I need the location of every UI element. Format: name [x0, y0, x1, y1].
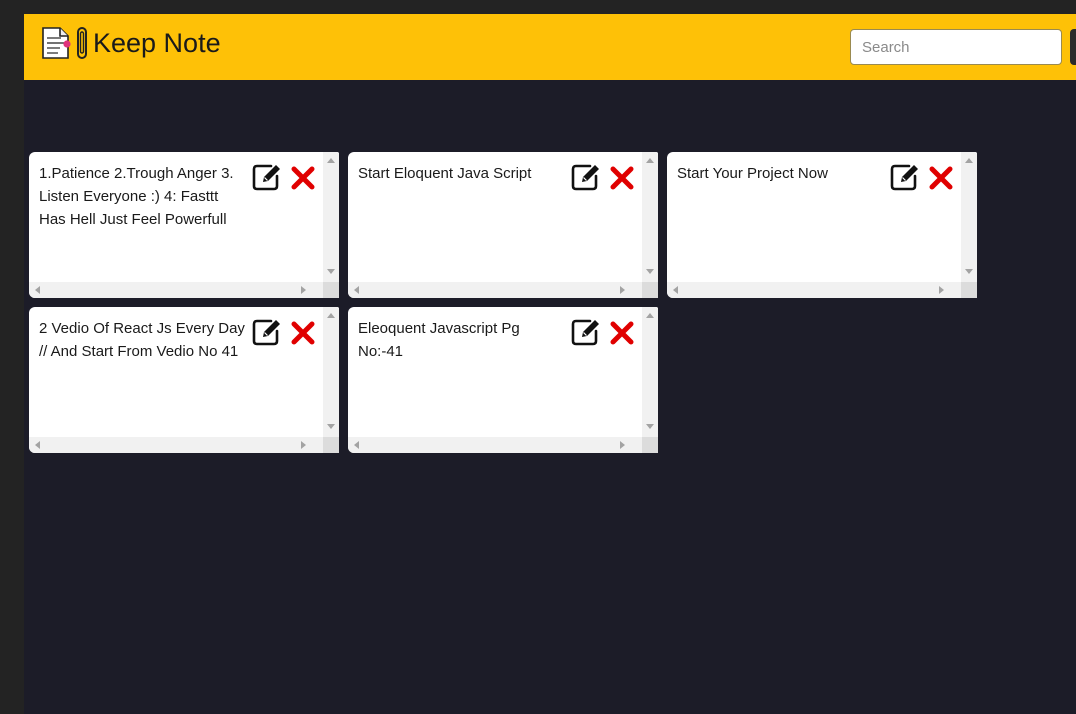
search-input[interactable] [850, 29, 1062, 65]
note-card: Start Your Project Now [667, 152, 977, 298]
vertical-scrollbar[interactable] [642, 307, 658, 437]
scrollbar-corner [323, 437, 339, 453]
horizontal-scrollbar[interactable] [29, 437, 323, 453]
note-card: 1.Patience 2.Trough Anger 3. Listen Ever… [29, 152, 339, 298]
horizontal-scrollbar[interactable] [667, 282, 961, 298]
window-left-strip [0, 0, 24, 714]
note-card: 2 Vedio Of React Js Every Day // And Sta… [29, 307, 339, 453]
edit-icon[interactable] [570, 317, 602, 347]
note-text: 1.Patience 2.Trough Anger 3. Listen Ever… [39, 165, 234, 228]
vertical-scrollbar[interactable] [323, 307, 339, 437]
edit-icon[interactable] [570, 162, 602, 192]
delete-icon[interactable] [291, 166, 315, 190]
delete-icon[interactable] [929, 166, 953, 190]
app-title: Keep Note [93, 28, 221, 58]
delete-icon[interactable] [610, 321, 634, 345]
app-header: Keep Note [24, 14, 1076, 80]
note-card: Start Eloquent Java Script [348, 152, 658, 298]
note-text: 2 Vedio Of React Js Every Day // And Sta… [39, 320, 245, 360]
horizontal-scrollbar[interactable] [348, 282, 642, 298]
vertical-scrollbar[interactable] [961, 152, 977, 282]
note-text: Eleoquent Javascript Pg No:-41 [358, 320, 520, 360]
delete-icon[interactable] [291, 321, 315, 345]
notepad-paperclip-icon [40, 26, 92, 60]
window-top-strip [0, 0, 1076, 14]
vertical-scrollbar[interactable] [323, 152, 339, 282]
note-card: Eleoquent Javascript Pg No:-41 [348, 307, 658, 453]
scrollbar-corner [642, 437, 658, 453]
horizontal-scrollbar[interactable] [348, 437, 642, 453]
vertical-scrollbar[interactable] [642, 152, 658, 282]
edit-icon[interactable] [251, 317, 283, 347]
scrollbar-corner [642, 282, 658, 298]
edit-icon[interactable] [889, 162, 921, 192]
note-text: Start Eloquent Java Script [358, 165, 532, 182]
note-text: Start Your Project Now [677, 165, 828, 182]
delete-icon[interactable] [610, 166, 634, 190]
scrollbar-corner [961, 282, 977, 298]
search-button[interactable] [1070, 29, 1076, 65]
edit-icon[interactable] [251, 162, 283, 192]
horizontal-scrollbar[interactable] [29, 282, 323, 298]
scrollbar-corner [323, 282, 339, 298]
